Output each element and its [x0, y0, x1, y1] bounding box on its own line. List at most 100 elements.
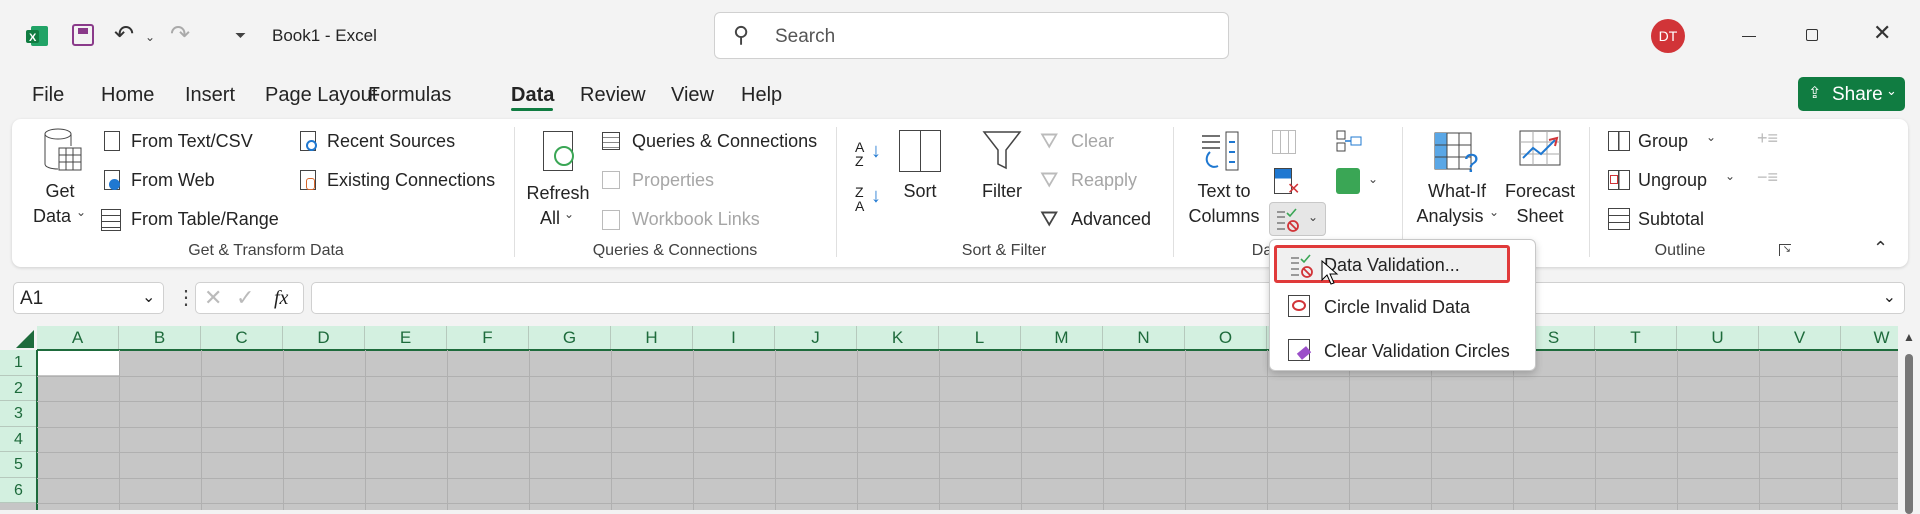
name-box-chevron-icon[interactable]: ⌄: [142, 287, 155, 307]
column-header-l[interactable]: L: [939, 326, 1021, 350]
what-if-analysis-label[interactable]: Analysis: [1416, 206, 1483, 227]
get-data-label[interactable]: Data: [33, 206, 71, 227]
forecast-sheet-button[interactable]: Forecast: [1505, 181, 1575, 202]
queries-connections-button[interactable]: Queries & Connections: [632, 131, 817, 152]
column-header-o[interactable]: O: [1185, 326, 1267, 350]
expand-formula-bar-icon[interactable]: ⌄: [1883, 287, 1896, 307]
relationships-icon[interactable]: [1336, 130, 1362, 152]
column-header-j[interactable]: J: [775, 326, 857, 350]
manage-data-model-icon[interactable]: [1336, 168, 1360, 194]
sort-a-to-z-button[interactable]: A Z: [855, 140, 869, 168]
formula-input[interactable]: ⌄: [311, 282, 1905, 314]
menu-item-data-validation[interactable]: Data Validation...: [1274, 245, 1510, 283]
column-header-c[interactable]: C: [201, 326, 283, 350]
data-validation-split-button[interactable]: ⌄: [1269, 202, 1326, 236]
refresh-all-chevron-icon[interactable]: ⌄: [564, 207, 574, 221]
undo-dropdown-icon[interactable]: ⌄: [145, 30, 155, 44]
existing-connections-button[interactable]: Existing Connections: [327, 170, 495, 191]
column-header-f[interactable]: F: [447, 326, 529, 350]
close-button[interactable]: ✕: [1873, 20, 1891, 46]
column-header-e[interactable]: E: [365, 326, 447, 350]
scrollbar-thumb[interactable]: [1905, 354, 1913, 514]
column-header-k[interactable]: K: [857, 326, 939, 350]
refresh-all-label[interactable]: All: [540, 208, 560, 229]
data-validation-chevron-icon[interactable]: ⌄: [1308, 210, 1318, 224]
column-header-t[interactable]: T: [1595, 326, 1677, 350]
row-header-3[interactable]: 3: [0, 401, 37, 427]
column-header-g[interactable]: G: [529, 326, 611, 350]
from-text-csv-button[interactable]: From Text/CSV: [131, 131, 253, 152]
select-all-button[interactable]: [0, 326, 37, 350]
group-button[interactable]: Group: [1638, 131, 1688, 152]
column-header-d[interactable]: D: [283, 326, 365, 350]
row-header-4[interactable]: 4: [0, 426, 37, 452]
ungroup-button[interactable]: Ungroup: [1638, 170, 1707, 191]
tab-page-layout[interactable]: Page Layout: [265, 84, 377, 107]
menu-item-clear-validation-circles[interactable]: Clear Validation Circles: [1274, 332, 1532, 370]
column-header-m[interactable]: M: [1021, 326, 1103, 350]
text-to-columns-label[interactable]: Columns: [1188, 206, 1259, 227]
what-if-chevron-icon[interactable]: ⌄: [1489, 205, 1499, 219]
avatar[interactable]: DT: [1651, 19, 1685, 53]
save-icon[interactable]: [72, 24, 94, 46]
ungroup-chevron-icon[interactable]: ⌄: [1725, 169, 1735, 183]
share-button[interactable]: ⇪ Share ⌄: [1798, 77, 1905, 111]
row-header-1[interactable]: 1: [0, 350, 37, 376]
collapse-ribbon-icon[interactable]: ⌃: [1873, 238, 1888, 259]
column-header-a[interactable]: A: [37, 326, 119, 350]
column-header-u[interactable]: U: [1677, 326, 1759, 350]
search-box[interactable]: ⚲ Search: [714, 12, 1229, 59]
remove-duplicates-icon[interactable]: ✕: [1274, 168, 1300, 198]
forecast-sheet-label[interactable]: Sheet: [1516, 206, 1563, 227]
text-to-columns-icon[interactable]: [1200, 130, 1245, 180]
filter-button[interactable]: Filter: [982, 181, 1022, 202]
customize-qat-icon[interactable]: ⏷: [235, 27, 246, 44]
outline-dialog-launcher-icon[interactable]: ↘: [1779, 244, 1791, 256]
cell-a1[interactable]: [38, 351, 119, 375]
scroll-up-icon[interactable]: ▲: [1903, 330, 1915, 344]
name-box[interactable]: A1 ⌄: [13, 282, 164, 314]
what-if-analysis-icon[interactable]: ?: [1434, 132, 1482, 179]
minimize-button[interactable]: [1742, 36, 1756, 37]
forecast-sheet-icon[interactable]: [1519, 130, 1563, 177]
from-table-range-button[interactable]: From Table/Range: [131, 209, 279, 230]
column-header-v[interactable]: V: [1759, 326, 1841, 350]
tab-home[interactable]: Home: [101, 84, 154, 107]
menu-item-circle-invalid-data[interactable]: Circle Invalid Data: [1274, 288, 1532, 326]
sort-icon[interactable]: [899, 130, 941, 172]
filter-icon[interactable]: [982, 130, 1022, 177]
tab-view[interactable]: View: [671, 84, 714, 107]
advanced-button[interactable]: Advanced: [1071, 209, 1151, 230]
group-chevron-icon[interactable]: ⌄: [1706, 130, 1716, 144]
get-data-button[interactable]: Get: [45, 181, 74, 202]
restore-button[interactable]: [1806, 29, 1818, 41]
refresh-all-icon[interactable]: [543, 131, 574, 171]
recent-sources-button[interactable]: Recent Sources: [327, 131, 455, 152]
tab-help[interactable]: Help: [741, 84, 782, 107]
column-header-h[interactable]: H: [611, 326, 693, 350]
tab-data[interactable]: Data: [511, 84, 554, 107]
tab-formulas[interactable]: Formulas: [368, 84, 451, 107]
subtotal-button[interactable]: Subtotal: [1638, 209, 1704, 230]
sort-z-to-a-button[interactable]: Z A: [855, 185, 869, 213]
worksheet-grid[interactable]: ABCDEFGHIJKLMNOPQRSTUVW123456: [0, 326, 1920, 510]
column-header-i[interactable]: I: [693, 326, 775, 350]
row-header-5[interactable]: 5: [0, 452, 37, 478]
what-if-analysis-button[interactable]: What-If: [1428, 181, 1486, 202]
tab-insert[interactable]: Insert: [185, 84, 235, 107]
formula-bar-grip-icon[interactable]: ⋮: [176, 285, 196, 310]
column-header-n[interactable]: N: [1103, 326, 1185, 350]
undo-icon[interactable]: ↶: [114, 20, 134, 49]
get-data-chevron-icon[interactable]: ⌄: [76, 205, 86, 219]
text-to-columns-button[interactable]: Text to: [1197, 181, 1250, 202]
row-header-6[interactable]: 6: [0, 477, 37, 503]
tab-file[interactable]: File: [32, 84, 64, 107]
column-header-b[interactable]: B: [119, 326, 201, 350]
get-data-icon[interactable]: [43, 128, 83, 183]
insert-function-button[interactable]: fx: [274, 287, 288, 310]
vertical-scrollbar[interactable]: ▲: [1898, 326, 1920, 514]
tab-review[interactable]: Review: [580, 84, 646, 107]
from-web-button[interactable]: From Web: [131, 170, 215, 191]
data-model-chevron-icon[interactable]: ⌄: [1368, 172, 1378, 186]
sort-button[interactable]: Sort: [903, 181, 936, 202]
